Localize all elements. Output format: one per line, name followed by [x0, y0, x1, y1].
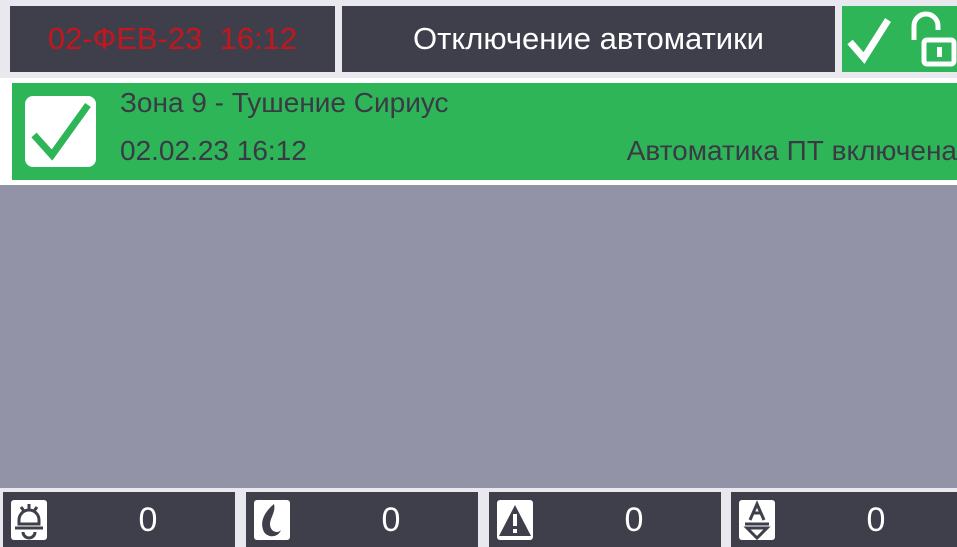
event-item-body[interactable]: Зона 9 - Тушение Сириус 02.02.23 16:12 А…	[12, 83, 957, 180]
fire-alarm-bell-icon	[11, 500, 47, 540]
fire-count: 0	[381, 501, 401, 539]
warning-triangle-icon	[497, 500, 533, 540]
datetime-display: 02-ФЕВ-23 16:12	[10, 6, 335, 72]
counter-bar: 0 0 0 0	[0, 488, 957, 547]
datetime-text: 02-ФЕВ-23 16:12	[47, 21, 298, 56]
event-list-item[interactable]: Зона 9 - Тушение Сириус 02.02.23 16:12 А…	[0, 78, 957, 185]
automation-count: 0	[866, 501, 886, 539]
automation-counter[interactable]: 0	[731, 492, 957, 547]
flame-icon	[254, 500, 290, 540]
check-icon	[847, 18, 891, 64]
automation-icon	[739, 500, 775, 541]
fault-count: 0	[624, 501, 644, 539]
event-state: Автоматика ПТ включена	[626, 135, 957, 166]
fire-alarm-counter[interactable]: 0	[3, 492, 235, 547]
check-icon	[25, 96, 96, 167]
top-bar: 02-ФЕВ-23 16:12 Отключение автоматики	[0, 0, 957, 78]
fault-counter[interactable]: 0	[489, 492, 721, 547]
screen-title: Отключение автоматики	[342, 6, 835, 72]
screen-title-text: Отключение автоматики	[413, 21, 764, 56]
event-zone-name: Зона 9 - Тушение Сириус	[120, 87, 449, 118]
fire-counter[interactable]: 0	[246, 492, 478, 547]
fire-alarm-count: 0	[138, 501, 158, 539]
unlock-icon[interactable]	[900, 6, 957, 72]
status-panel[interactable]	[842, 6, 957, 72]
event-timestamp: 02.02.23 16:12	[120, 135, 307, 166]
